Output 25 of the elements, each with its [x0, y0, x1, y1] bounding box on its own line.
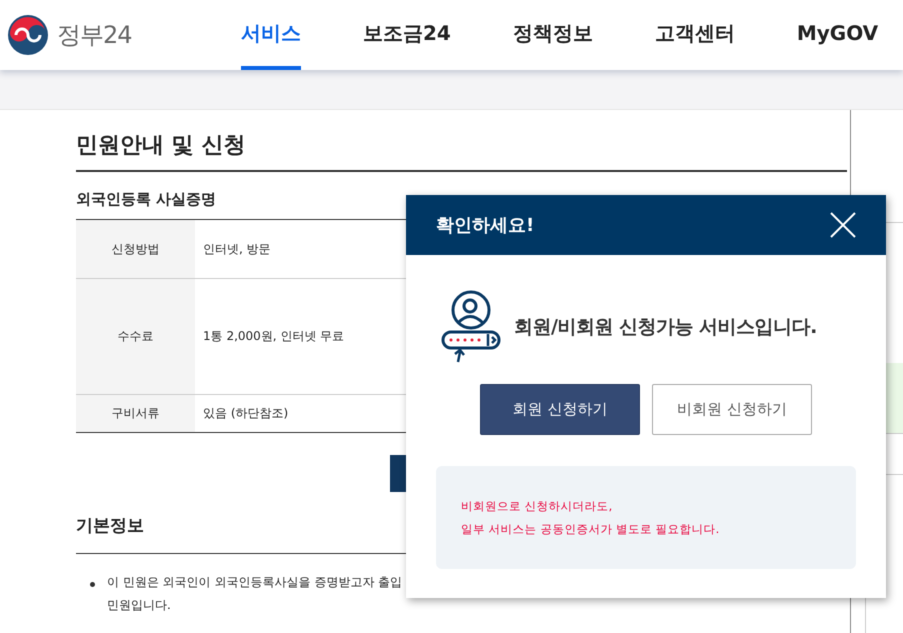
- nav-tab[interactable]: 정책정보: [512, 0, 593, 70]
- table-header-cell: 수수료: [76, 278, 195, 394]
- description-text: 이 민원은 외국인이 외국인등록사실을 증명받고자 출입: [107, 574, 402, 591]
- dialog-message: 회원/비회원 신청가능 서비스입니다.: [514, 315, 817, 340]
- notice-text: 일부 서비스는 공동인증서가 별도로 필요합니다.: [461, 522, 720, 536]
- service-name: 외국인등록 사실증명: [76, 190, 218, 210]
- bullet-icon: [90, 582, 95, 587]
- table-value: 있음 (하단참조): [203, 406, 288, 420]
- close-icon[interactable]: [830, 212, 856, 238]
- dialog-title: 확인하세요!: [436, 214, 534, 237]
- member-apply-button[interactable]: 회원 신청하기: [480, 384, 640, 435]
- nav-tab[interactable]: 보조금24: [363, 0, 451, 70]
- table-value: 인터넷, 방문: [203, 242, 271, 256]
- table-header-cell: 신청방법: [76, 220, 195, 278]
- guest-apply-button[interactable]: 비회원 신청하기: [652, 384, 812, 435]
- page-title: 민원안내 및 신청: [76, 130, 847, 172]
- emblem-icon[interactable]: [7, 14, 49, 56]
- table-header-cell: 구비서류: [76, 394, 195, 432]
- table-value: 1통 2,000원, 인터넷 무료: [203, 329, 344, 343]
- nav-tab[interactable]: 고객센터: [654, 0, 735, 70]
- notice-text: 비회원으로 신청하시더라도,: [461, 498, 614, 514]
- nav-tab[interactable]: MyGOV: [796, 0, 878, 70]
- site-logo-text[interactable]: 정부24: [57, 19, 132, 51]
- description-text: 민원입니다.: [107, 597, 172, 614]
- user-password-icon: [440, 290, 502, 364]
